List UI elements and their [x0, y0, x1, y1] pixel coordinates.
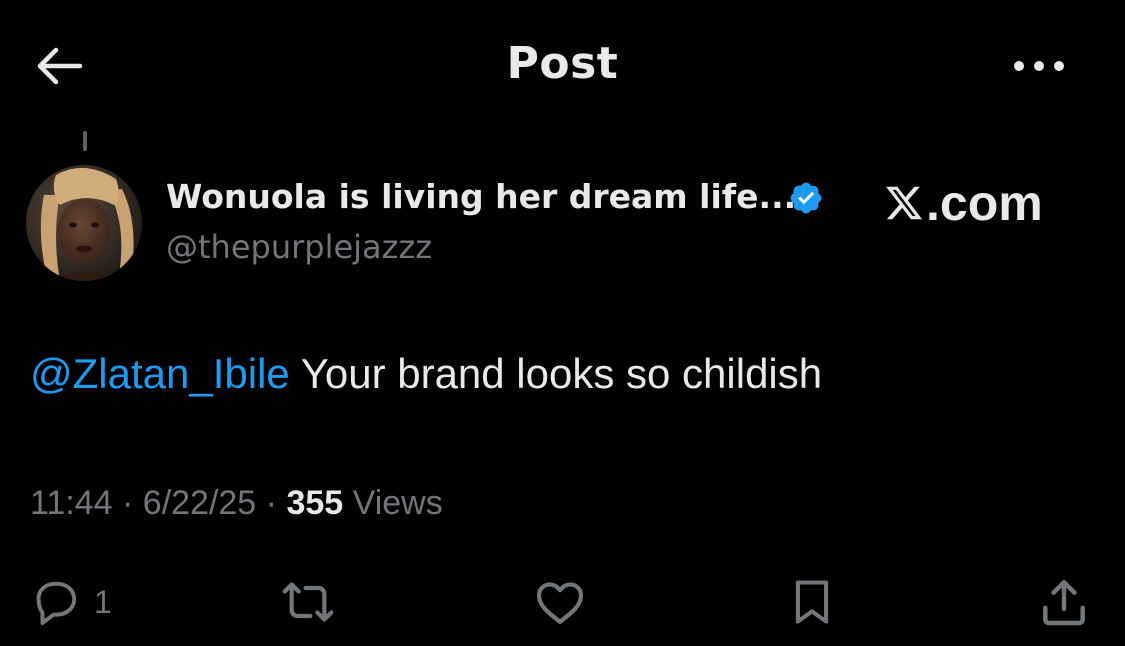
reply-count: 1	[94, 583, 112, 620]
author-handle[interactable]: @thepurplejazzz	[166, 228, 432, 266]
back-button[interactable]	[28, 40, 88, 92]
x-logo-icon	[886, 186, 923, 220]
post-meta: 11:44 · 6/22/25 · 355 Views	[30, 484, 443, 523]
watermark-text: .com	[926, 175, 1043, 231]
meta-separator: ·	[112, 484, 143, 522]
author-display-name[interactable]: Wonuola is living her dream life...	[166, 177, 796, 216]
share-icon	[1043, 579, 1085, 626]
tweet-body: Your brand looks so childish	[289, 350, 823, 397]
repost-button[interactable]	[276, 570, 340, 634]
meta-separator: ·	[256, 484, 287, 522]
share-button[interactable]	[1034, 570, 1094, 634]
avatar[interactable]	[26, 165, 142, 281]
reply-icon	[36, 581, 77, 625]
post-date: 6/22/25	[142, 484, 257, 522]
heart-icon	[536, 582, 584, 624]
views-count[interactable]: 355	[286, 484, 343, 522]
post-time: 11:44	[30, 484, 113, 522]
like-button[interactable]	[530, 570, 590, 634]
page-title: Post	[506, 38, 619, 89]
bookmark-button[interactable]	[786, 570, 838, 634]
ellipsis-icon	[1014, 61, 1064, 71]
bookmark-icon	[795, 580, 829, 624]
reply-button[interactable]: 1	[26, 570, 112, 634]
thread-connector-line	[83, 131, 87, 151]
tweet-text: @Zlatan_Ibile Your brand looks so childi…	[30, 350, 822, 398]
views-label: Views	[343, 484, 443, 522]
x-com-watermark: .com	[884, 174, 1043, 232]
more-options-button[interactable]	[1004, 44, 1074, 88]
verified-badge-icon	[788, 180, 824, 216]
mention-link[interactable]: @Zlatan_Ibile	[30, 350, 290, 397]
arrow-left-icon	[37, 47, 83, 85]
repost-icon	[282, 582, 334, 622]
